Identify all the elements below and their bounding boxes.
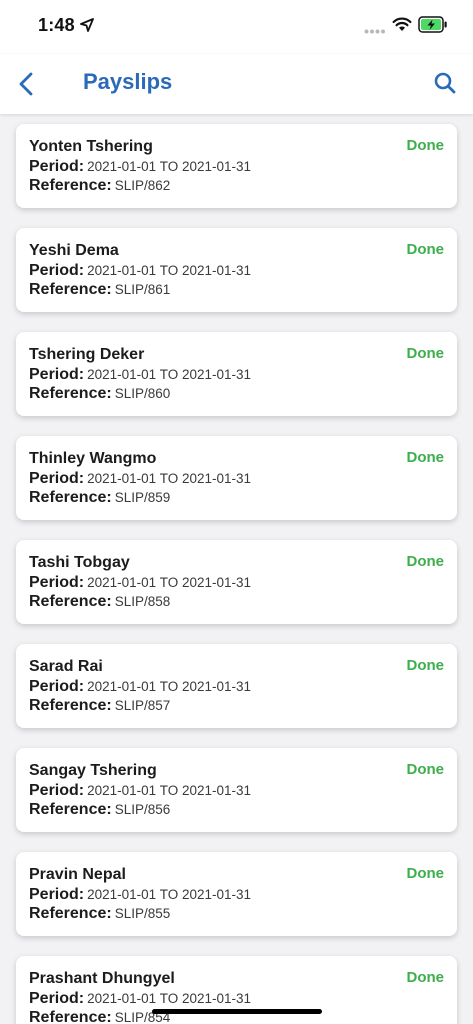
payslip-list: Yonten Tshering Done Period: 2021-01-01 T… <box>16 124 457 1024</box>
reference-label: Reference: <box>29 489 112 506</box>
payslip-card[interactable]: Sarad Rai Done Period: 2021-01-01 TO 2021… <box>16 644 457 728</box>
search-icon <box>434 72 456 94</box>
reference-row: Reference: SLIP/856 <box>29 801 170 819</box>
period-value: 2021-01-01 TO 2021-01-31 <box>87 783 251 798</box>
reference-row: Reference: SLIP/855 <box>29 905 170 923</box>
period-row: Period: 2021-01-01 TO 2021-01-31 <box>29 886 251 904</box>
reference-row: Reference: SLIP/860 <box>29 385 170 403</box>
status-badge: Done <box>406 657 445 674</box>
employee-name: Prashant Dhungyel <box>29 970 175 987</box>
period-row: Period: 2021-01-01 TO 2021-01-31 <box>29 470 251 488</box>
payslip-card[interactable]: Yeshi Dema Done Period: 2021-01-01 TO 202… <box>16 228 457 312</box>
employee-name: Sarad Rai <box>29 658 103 675</box>
period-row: Period: 2021-01-01 TO 2021-01-31 <box>29 158 251 176</box>
status-badge: Done <box>406 345 445 362</box>
reference-row: Reference: SLIP/859 <box>29 489 170 507</box>
payslip-card[interactable]: Yonten Tshering Done Period: 2021-01-01 T… <box>16 124 457 208</box>
reference-row: Reference: SLIP/857 <box>29 697 170 715</box>
period-label: Period: <box>29 158 85 175</box>
period-label: Period: <box>29 574 85 591</box>
payslip-card[interactable]: Tshering Deker Done Period: 2021-01-01 TO… <box>16 332 457 416</box>
period-value: 2021-01-01 TO 2021-01-31 <box>87 887 251 902</box>
period-value: 2021-01-01 TO 2021-01-31 <box>87 575 251 590</box>
period-value: 2021-01-01 TO 2021-01-31 <box>87 159 251 174</box>
employee-name: Thinley Wangmo <box>29 450 157 467</box>
payslip-card[interactable]: Pravin Nepal Done Period: 2021-01-01 TO 2… <box>16 852 457 936</box>
period-label: Period: <box>29 470 85 487</box>
reference-label: Reference: <box>29 697 112 714</box>
status-badge: Done <box>406 761 445 778</box>
reference-value: SLIP/860 <box>114 386 171 401</box>
reference-row: Reference: SLIP/854 <box>29 1009 170 1024</box>
period-row: Period: 2021-01-01 TO 2021-01-31 <box>29 678 251 696</box>
period-label: Period: <box>29 366 85 383</box>
payslip-card[interactable]: Thinley Wangmo Done Period: 2021-01-01 TO… <box>16 436 457 520</box>
reference-value: SLIP/856 <box>114 802 171 817</box>
chevron-left-icon <box>19 72 33 96</box>
payslip-card[interactable]: Tashi Tobgay Done Period: 2021-01-01 TO 2… <box>16 540 457 624</box>
period-value: 2021-01-01 TO 2021-01-31 <box>87 991 251 1006</box>
period-value: 2021-01-01 TO 2021-01-31 <box>87 471 251 486</box>
period-value: 2021-01-01 TO 2021-01-31 <box>87 263 251 278</box>
period-row: Period: 2021-01-01 TO 2021-01-31 <box>29 574 251 592</box>
reference-label: Reference: <box>29 1009 112 1024</box>
status-badge: Done <box>406 449 445 466</box>
period-value: 2021-01-01 TO 2021-01-31 <box>87 367 251 382</box>
employee-name: Pravin Nepal <box>29 866 126 883</box>
payslip-card[interactable]: Sangay Tshering Done Period: 2021-01-01 T… <box>16 748 457 832</box>
employee-name: Sangay Tshering <box>29 762 157 779</box>
back-button[interactable] <box>10 66 46 102</box>
reference-value: SLIP/861 <box>114 282 171 297</box>
signal-dots-icon <box>364 29 385 34</box>
period-label: Period: <box>29 886 85 903</box>
status-badge: Done <box>406 241 445 258</box>
employee-name: Tshering Deker <box>29 346 145 363</box>
status-time: 1:48 <box>38 15 75 35</box>
reference-label: Reference: <box>29 905 112 922</box>
status-badge: Done <box>406 865 445 882</box>
reference-value: SLIP/855 <box>114 906 171 921</box>
period-label: Period: <box>29 782 85 799</box>
period-row: Period: 2021-01-01 TO 2021-01-31 <box>29 782 251 800</box>
payslips-screen: 1:48 Payslips Yonten Tshering Done Perio… <box>0 0 473 1024</box>
period-label: Period: <box>29 990 85 1007</box>
reference-value: SLIP/862 <box>114 178 171 193</box>
location-arrow-icon <box>80 18 94 32</box>
home-indicator[interactable] <box>152 1009 322 1014</box>
reference-label: Reference: <box>29 385 112 402</box>
period-row: Period: 2021-01-01 TO 2021-01-31 <box>29 366 251 384</box>
reference-label: Reference: <box>29 593 112 610</box>
reference-label: Reference: <box>29 177 112 194</box>
reference-row: Reference: SLIP/861 <box>29 281 170 299</box>
nav-bar: Payslips <box>0 54 473 114</box>
reference-value: SLIP/858 <box>114 594 171 609</box>
battery-charging-icon <box>418 16 447 33</box>
status-badge: Done <box>406 969 445 986</box>
period-label: Period: <box>29 262 85 279</box>
wifi-icon <box>392 17 412 31</box>
employee-name: Yonten Tshering <box>29 138 153 155</box>
employee-name: Tashi Tobgay <box>29 554 130 571</box>
employee-name: Yeshi Dema <box>29 242 119 259</box>
reference-label: Reference: <box>29 281 112 298</box>
reference-value: SLIP/857 <box>114 698 171 713</box>
period-value: 2021-01-01 TO 2021-01-31 <box>87 679 251 694</box>
status-bar: 1:48 <box>0 0 473 54</box>
search-button[interactable] <box>428 66 462 100</box>
period-label: Period: <box>29 678 85 695</box>
period-row: Period: 2021-01-01 TO 2021-01-31 <box>29 262 251 280</box>
reference-row: Reference: SLIP/858 <box>29 593 170 611</box>
status-badge: Done <box>406 137 445 154</box>
reference-label: Reference: <box>29 801 112 818</box>
status-badge: Done <box>406 553 445 570</box>
page-title: Payslips <box>83 69 173 94</box>
reference-row: Reference: SLIP/862 <box>29 177 170 195</box>
period-row: Period: 2021-01-01 TO 2021-01-31 <box>29 990 251 1008</box>
reference-value: SLIP/859 <box>114 490 171 505</box>
